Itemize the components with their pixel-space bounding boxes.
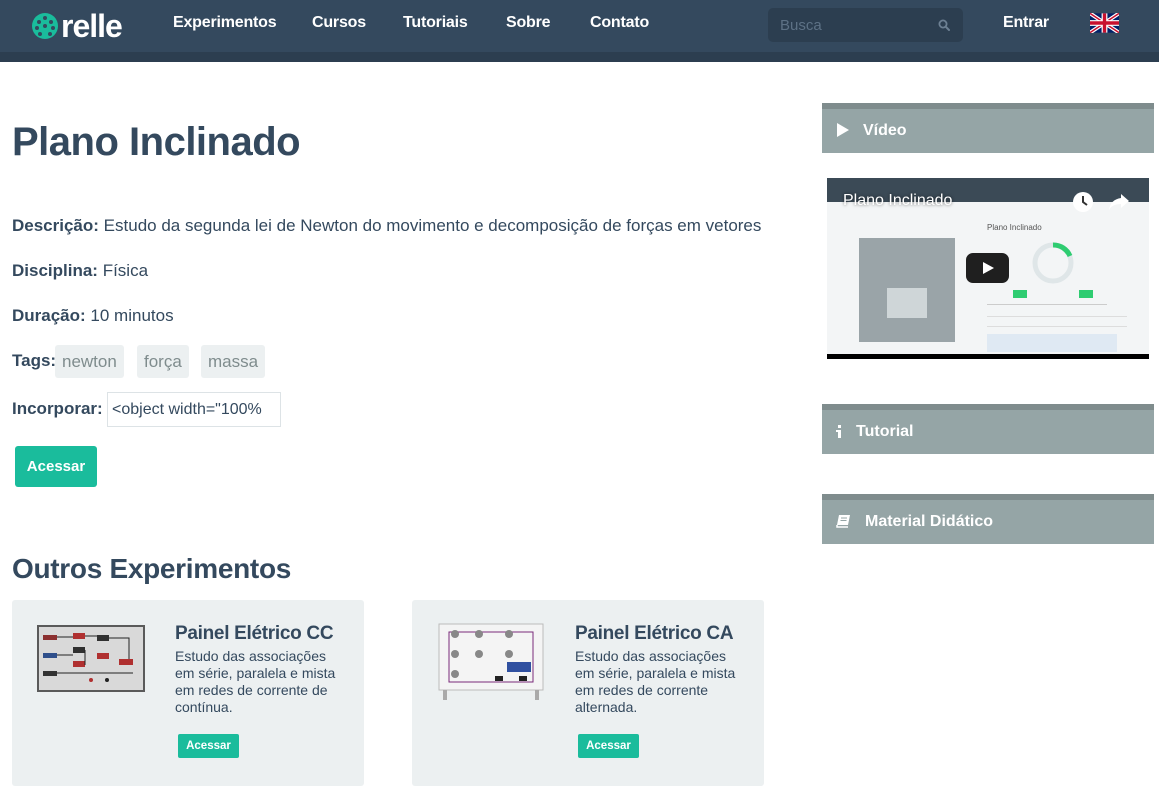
tags-label-row: Tags:	[12, 351, 56, 371]
nav-tutoriais[interactable]: Tutoriais	[403, 14, 468, 32]
description-row: Descrição: Estudo da segunda lei de Newt…	[12, 216, 761, 236]
video-title[interactable]: Plano Inclinado	[843, 192, 952, 210]
page-title: Plano Inclinado	[12, 120, 301, 164]
video-panel-header[interactable]: Vídeo	[822, 103, 1154, 153]
material-panel-header[interactable]: Material Didático	[822, 494, 1154, 544]
card-access-button[interactable]: Acessar	[578, 734, 639, 758]
experiment-card-cc[interactable]: Painel Elétrico CC Estudo das associaçõe…	[12, 600, 364, 786]
relle-logo[interactable]: relle	[32, 8, 123, 44]
logo-text: relle	[61, 8, 123, 44]
tags-label: Tags:	[12, 351, 57, 370]
search-box	[768, 8, 963, 42]
navbar-bottom-bar	[0, 52, 1159, 62]
video-player[interactable]: Plano Inclinado Plano Inclinado	[827, 178, 1149, 359]
discipline-row: Disciplina: Física	[12, 261, 148, 281]
tutorial-panel-header[interactable]: Tutorial	[822, 404, 1154, 454]
description-label: Descrição:	[12, 216, 99, 235]
share-icon[interactable]	[1108, 193, 1130, 211]
logo-icon	[32, 13, 58, 39]
top-navbar: relle Experimentos Cursos Tutoriais Sobr…	[0, 0, 1159, 52]
play-icon	[837, 123, 849, 137]
uk-flag-icon[interactable]	[1090, 13, 1119, 33]
tag-forca[interactable]: força	[137, 345, 189, 378]
card-description: Estudo das associações em série, paralel…	[175, 648, 336, 715]
painel-cc-thumbnail[interactable]	[37, 625, 145, 692]
description-text: Estudo da segunda lei de Newton do movim…	[103, 216, 762, 235]
video-panel-label: Vídeo	[863, 122, 907, 139]
card-description: Estudo das associações em série, paralel…	[575, 648, 736, 715]
nav-cursos[interactable]: Cursos	[312, 14, 366, 32]
info-icon	[836, 425, 841, 438]
watch-later-icon[interactable]	[1072, 191, 1094, 213]
duration-label: Duração:	[12, 306, 86, 325]
access-button[interactable]: Acessar	[15, 446, 97, 487]
duration-value: 10 minutos	[90, 306, 174, 325]
painel-ca-thumbnail[interactable]	[437, 622, 545, 702]
material-panel-label: Material Didático	[865, 513, 994, 530]
play-button[interactable]	[966, 253, 1009, 283]
video-inner-title: Plano Inclinado	[987, 223, 1042, 232]
play-triangle-icon	[983, 262, 994, 274]
tag-massa[interactable]: massa	[201, 345, 266, 378]
embed-code-field[interactable]: <object width="100%	[107, 392, 281, 427]
nav-sobre[interactable]: Sobre	[506, 14, 551, 32]
duration-row: Duração: 10 minutos	[12, 306, 174, 326]
search-input[interactable]	[768, 8, 933, 42]
discipline-label: Disciplina:	[12, 261, 98, 280]
card-title[interactable]: Painel Elétrico CA	[575, 623, 734, 645]
search-icon[interactable]	[938, 19, 950, 31]
login-link[interactable]: Entrar	[1003, 14, 1049, 32]
experiment-card-ca[interactable]: Painel Elétrico CA Estudo das associaçõe…	[412, 600, 764, 786]
discipline-value: Física	[102, 261, 149, 280]
card-access-button[interactable]: Acessar	[178, 734, 239, 758]
nav-contato[interactable]: Contato	[590, 14, 649, 32]
book-icon	[836, 515, 850, 528]
tutorial-panel-label: Tutorial	[856, 423, 914, 440]
embed-label-row: Incorporar:	[12, 399, 103, 419]
other-experiments-title: Outros Experimentos	[12, 553, 292, 584]
embed-label: Incorporar:	[12, 399, 103, 418]
card-title[interactable]: Painel Elétrico CC	[175, 623, 334, 645]
nav-experimentos[interactable]: Experimentos	[173, 14, 277, 32]
tag-newton[interactable]: newton	[55, 345, 124, 378]
